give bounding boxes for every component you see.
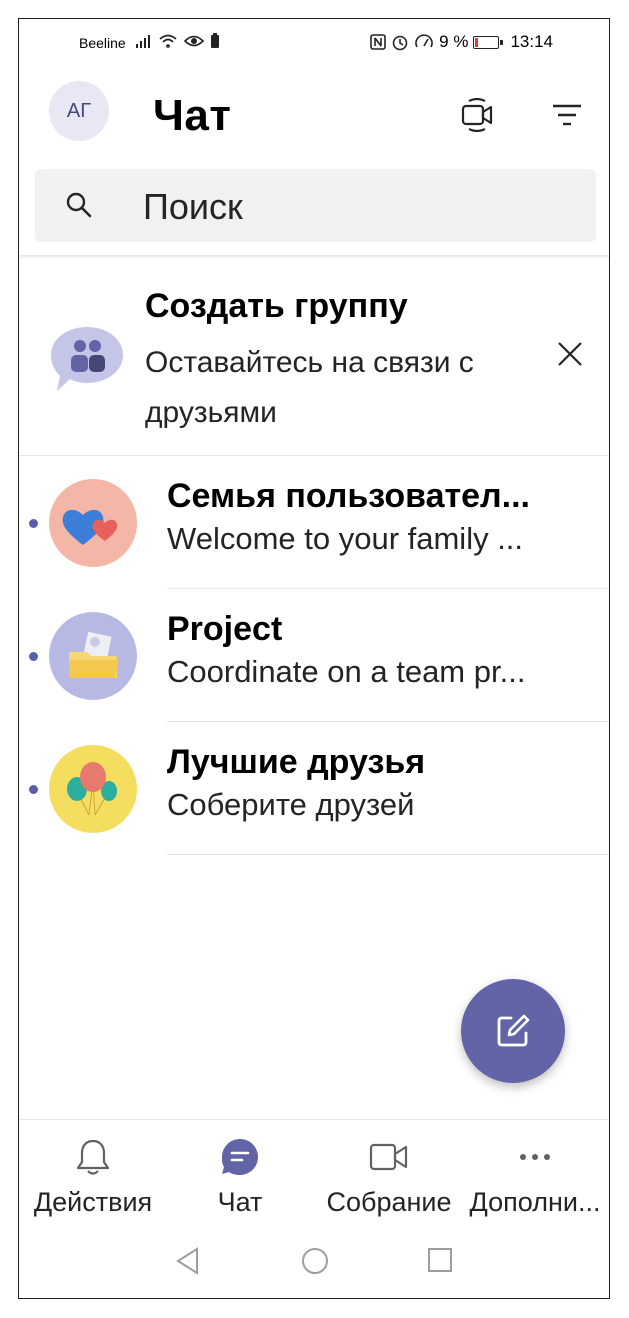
compose-icon	[497, 1014, 530, 1047]
nav-activity-label: Действия	[33, 1187, 153, 1217]
search-icon	[66, 192, 92, 218]
back-icon[interactable]	[175, 1247, 201, 1275]
chat-list-item[interactable]: Лучшие друзья Соберите друзей	[19, 723, 609, 855]
dismiss-banner-button[interactable]	[557, 341, 583, 372]
chat-preview: Coordinate on a team pr...	[167, 654, 526, 689]
nav-meetings[interactable]: Собрание	[319, 1135, 459, 1218]
video-camera-icon	[369, 1143, 408, 1171]
nav-chat-label: Чат	[217, 1187, 263, 1217]
search-bar[interactable]: Поиск	[35, 169, 596, 242]
chat-name: Project	[167, 610, 283, 648]
new-chat-button[interactable]	[461, 979, 565, 1083]
filter-button[interactable]	[549, 97, 585, 133]
nav-chat[interactable]: Чат	[189, 1135, 291, 1218]
create-group-banner[interactable]: Создать группу Оставайтесь на связи с др…	[19, 263, 609, 453]
battery-percent: 9 %	[439, 32, 469, 51]
battery-saver-icon	[211, 33, 219, 48]
chat-divider	[167, 588, 609, 589]
nav-more[interactable]: Дополни...	[465, 1135, 605, 1218]
recents-icon[interactable]	[427, 1247, 453, 1273]
folder-icon	[49, 612, 137, 700]
nfc-icon	[370, 34, 386, 50]
banner-subtitle: Оставайтесь на связи с друзьями	[145, 346, 474, 429]
chat-preview: Соберите друзей	[167, 787, 415, 822]
eye-icon	[184, 35, 204, 47]
phone-screen: Beeline 9 % 13:14 АГ Чат Поиск Создать г…	[18, 18, 610, 1299]
search-input[interactable]: Поиск	[143, 186, 243, 228]
balloons-icon	[49, 745, 137, 833]
nav-more-label: Дополни...	[469, 1187, 601, 1217]
more-icon	[520, 1154, 550, 1160]
status-bar: Beeline 9 % 13:14	[19, 19, 609, 67]
unread-dot	[29, 785, 38, 794]
status-left-icons	[136, 33, 220, 49]
banner-title: Создать группу	[145, 287, 408, 325]
wifi-icon	[159, 34, 177, 48]
header-divider	[19, 255, 609, 259]
unread-dot	[29, 519, 38, 528]
group-chat-icon	[51, 327, 123, 391]
chat-divider	[167, 854, 609, 855]
chat-name: Семья пользовател...	[167, 477, 530, 515]
status-right-icons: 9 % 13:14	[370, 32, 553, 52]
battery-icon	[473, 35, 504, 49]
chat-icon	[222, 1139, 258, 1175]
home-icon[interactable]	[301, 1247, 329, 1275]
chat-name: Лучшие друзья	[167, 743, 426, 781]
chat-divider	[167, 721, 609, 722]
video-call-icon	[461, 98, 493, 132]
chat-preview: Welcome to your family ...	[167, 521, 524, 556]
carrier-label: Beeline	[79, 35, 126, 51]
signal-icon	[136, 35, 150, 48]
meet-now-button[interactable]	[459, 97, 495, 133]
chat-avatar-family	[49, 479, 137, 567]
alarm-icon	[392, 35, 408, 51]
page-title: Чат	[153, 91, 232, 140]
avatar[interactable]: АГ	[49, 81, 109, 141]
bottom-nav-divider	[19, 1119, 609, 1120]
chat-avatar-friends	[49, 745, 137, 833]
data-speed-icon	[415, 34, 433, 48]
bell-icon	[76, 1139, 110, 1175]
nav-meetings-label: Собрание	[326, 1187, 452, 1217]
chat-list-item[interactable]: Семья пользовател... Welcome to your fam…	[19, 457, 609, 589]
filter-icon	[553, 104, 581, 126]
chat-avatar-project	[49, 612, 137, 700]
clock: 13:14	[510, 32, 553, 51]
banner-divider	[19, 455, 609, 456]
hearts-icon	[49, 479, 137, 567]
chat-list-item[interactable]: Project Coordinate on a team pr...	[19, 590, 609, 722]
nav-activity[interactable]: Действия	[25, 1135, 161, 1218]
unread-dot	[29, 652, 38, 661]
close-icon	[558, 342, 582, 366]
